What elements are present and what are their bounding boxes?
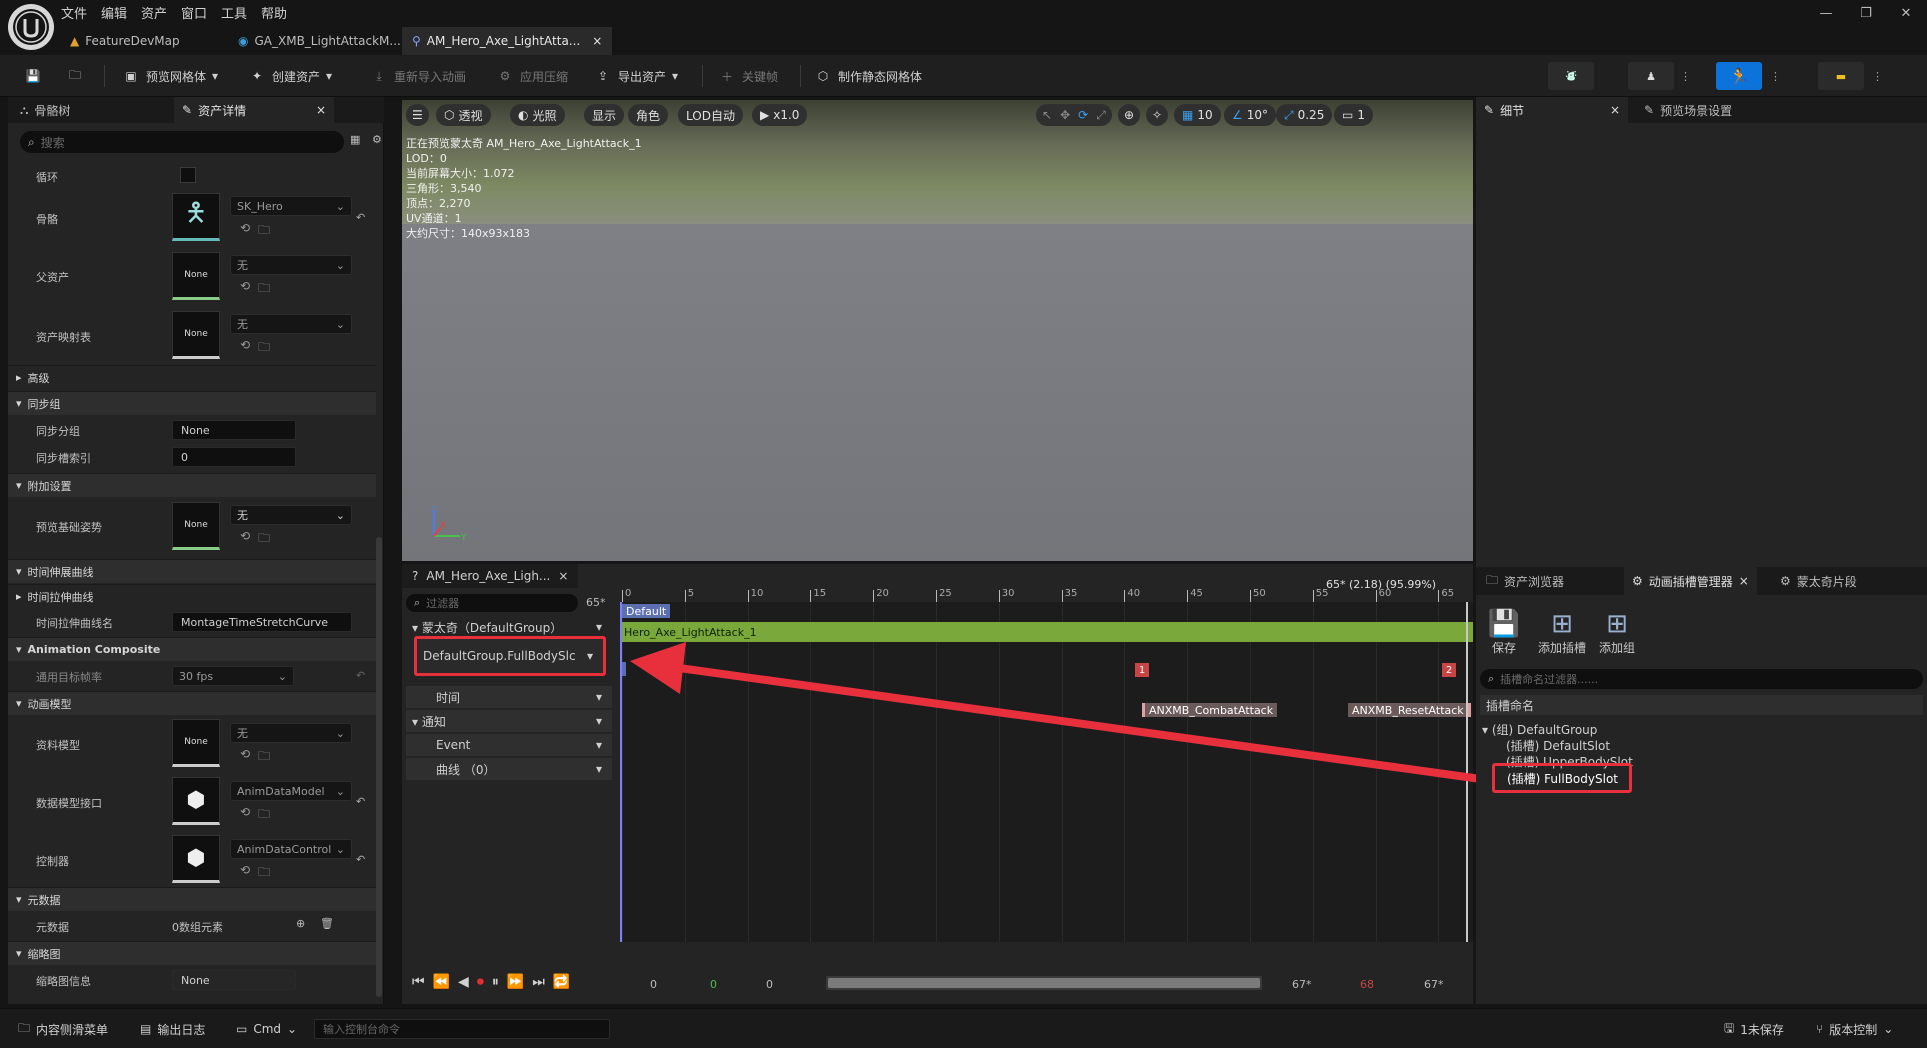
pencil-icon: ✎ [1484, 103, 1495, 117]
version-control-button[interactable]: ⑂ 版本控制 ⌄ [1810, 1017, 1899, 1041]
right-panels: ✎ 细节 × ✎ 预览场景设置 🗀 资产浏览器 ⚙ 动画插槽管理器 × ⚙ 蒙太奇片段 💾 保存… [1476, 97, 1927, 1004]
version-control-icon: ⑂ [1816, 1022, 1824, 1036]
console-command-input[interactable]: 输入控制台命令 [314, 1019, 610, 1039]
cmd-selector[interactable]: ▭ Cmd ⌄ [230, 1017, 303, 1041]
terminal-icon: ▭ [236, 1022, 248, 1036]
output-log-button[interactable]: ▤ 输出日志 [134, 1017, 211, 1041]
pencil-icon: ✎ [1644, 103, 1655, 117]
add-group-button[interactable]: ⊞ 添加组 [1594, 609, 1640, 656]
tab-details[interactable]: ✎ 细节 × [1476, 97, 1628, 123]
asset-browser-icon: 🗀 [1486, 572, 1499, 587]
tab-anim-slot-manager[interactable]: ⚙ 动画插槽管理器 × [1624, 567, 1757, 595]
chevron-down-icon: ⌄ [1883, 1022, 1894, 1036]
close-icon[interactable]: × [1610, 103, 1620, 117]
add-group-icon: ⊞ [1606, 609, 1628, 639]
status-bar: 🗀 内容侧滑菜单 ▤ 输出日志 ▭ Cmd ⌄ 输入控制台命令 🖫 1未保存 ⑂ 版本控制 ⌄ [0, 1008, 1927, 1048]
unsaved-button[interactable]: 🖫 1未保存 [1718, 1017, 1790, 1041]
add-slot-button[interactable]: ⊞ 添加插槽 [1534, 609, 1590, 656]
montage-sections-icon: ⚙ [1780, 574, 1791, 588]
content-drawer-button[interactable]: 🗀 内容侧滑菜单 [12, 1017, 114, 1041]
slot-group-default[interactable]: ▾ (组) DefaultGroup [1482, 721, 1597, 738]
chevron-down-icon: ⌄ [287, 1022, 298, 1036]
chevron-down-icon: ▾ [1482, 723, 1492, 737]
content-drawer-icon: 🗀 [18, 1020, 31, 1035]
unsaved-icon: 🖫 [1724, 1020, 1735, 1035]
tab-preview-scene[interactable]: ✎ 预览场景设置 [1636, 97, 1740, 123]
tab-asset-browser[interactable]: 🗀 资产浏览器 [1478, 567, 1572, 595]
save-slots-button[interactable]: 💾 保存 [1486, 609, 1522, 656]
slot-full-body[interactable]: (插槽) FullBodySlot [1492, 763, 1632, 793]
slot-filter-input[interactable]: ⌕ 插槽命名过滤器...... [1480, 669, 1923, 689]
tab-montage-sections[interactable]: ⚙ 蒙太奇片段 [1772, 567, 1865, 595]
search-icon: ⌕ [1488, 672, 1495, 685]
slot-default[interactable]: (插槽) DefaultSlot [1506, 737, 1610, 754]
save-icon: 💾 [1487, 609, 1521, 639]
close-icon[interactable]: × [1739, 574, 1749, 588]
add-slot-icon: ⊞ [1551, 609, 1573, 639]
log-icon: ▤ [140, 1022, 152, 1036]
slot-manager-icon: ⚙ [1632, 574, 1643, 588]
slot-list-header: 插槽命名 [1480, 695, 1923, 715]
